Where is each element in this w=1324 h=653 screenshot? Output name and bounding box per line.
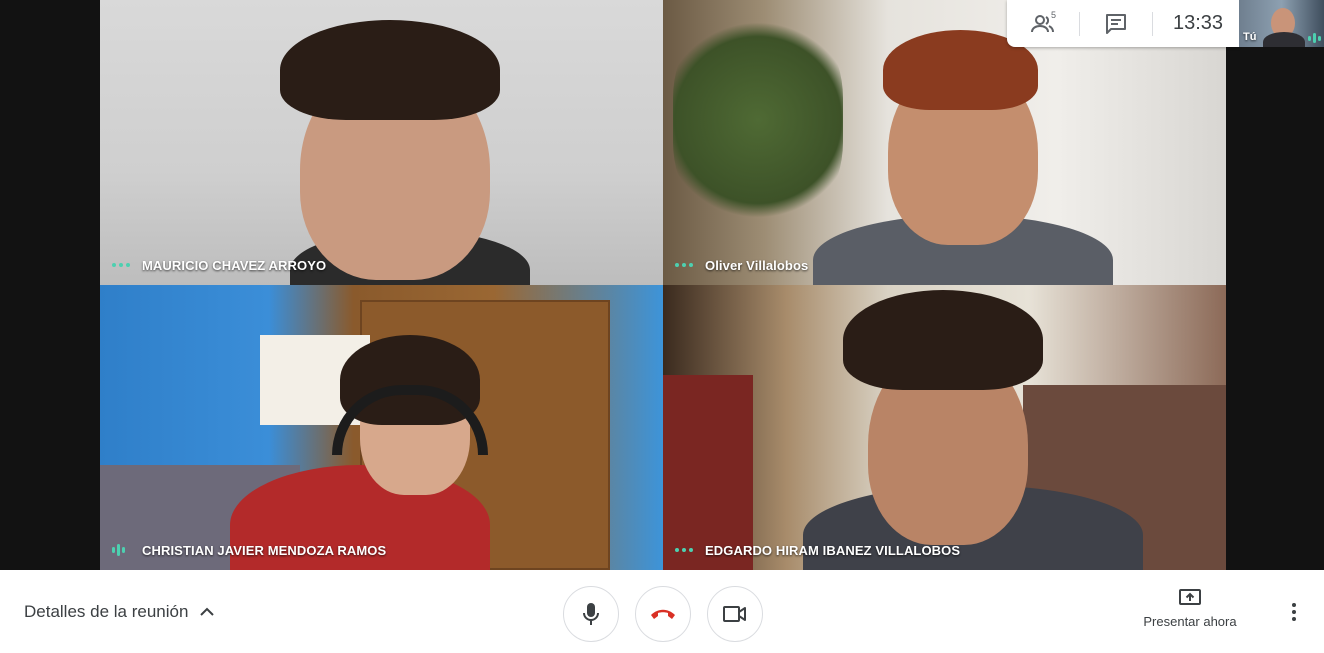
self-audio-indicator-icon xyxy=(1308,33,1322,43)
video-feed xyxy=(100,285,663,570)
audio-level-icon xyxy=(112,263,132,267)
camera-icon xyxy=(723,606,746,622)
participant-name-bar: CHRISTIAN JAVIER MENDOZA RAMOS xyxy=(112,542,386,558)
poster xyxy=(663,375,753,570)
camera-button[interactable] xyxy=(707,586,763,642)
participant-name-bar: MAURICIO CHAVEZ ARROYO xyxy=(112,257,326,273)
meeting-details-button[interactable]: Detalles de la reunión xyxy=(24,602,215,622)
self-label: Tú xyxy=(1243,31,1257,43)
self-view[interactable]: Tú xyxy=(1239,0,1324,47)
participant-name-bar: EDGARDO HIRAM IBANEZ VILLALOBOS xyxy=(675,542,960,558)
bottom-control-bar: Detalles de la reunión Presentar ahora xyxy=(0,570,1324,653)
hang-up-icon xyxy=(651,609,675,619)
video-feed xyxy=(663,285,1226,570)
participant-tile[interactable]: EDGARDO HIRAM IBANEZ VILLALOBOS xyxy=(663,285,1226,570)
participant-count: 5 xyxy=(1051,10,1057,20)
more-vert-icon xyxy=(1292,603,1296,621)
participant-name: MAURICIO CHAVEZ ARROYO xyxy=(142,257,327,273)
person-hair xyxy=(280,20,500,120)
participant-tile[interactable]: MAURICIO CHAVEZ ARROYO xyxy=(100,0,663,285)
meeting-clock: 13:33 xyxy=(1173,12,1224,34)
meeting-info-panel: 5 13:33 xyxy=(1007,0,1239,47)
more-options-button[interactable] xyxy=(1280,598,1308,626)
participant-name-bar: Oliver Villalobos xyxy=(675,257,808,273)
video-grid: MAURICIO CHAVEZ ARROYO Oliver Villalobos xyxy=(0,0,1324,570)
audio-level-icon xyxy=(675,263,695,267)
present-now-button[interactable]: Presentar ahora xyxy=(1136,588,1244,638)
present-now-label: Presentar ahora xyxy=(1143,614,1237,629)
participant-name: CHRISTIAN JAVIER MENDOZA RAMOS xyxy=(142,542,387,558)
person-hair xyxy=(843,290,1043,390)
chat-icon xyxy=(1106,13,1126,34)
audio-level-icon xyxy=(675,548,695,552)
speaking-indicator-icon xyxy=(112,544,132,556)
chevron-up-icon xyxy=(200,607,215,616)
video-feed xyxy=(100,0,663,285)
participant-name: EDGARDO HIRAM IBANEZ VILLALOBOS xyxy=(705,542,961,558)
participants-button[interactable]: 5 xyxy=(1007,0,1079,47)
participant-tile[interactable]: CHRISTIAN JAVIER MENDOZA RAMOS xyxy=(100,285,663,570)
meeting-details-label: Detalles de la reunión xyxy=(24,602,189,621)
hang-up-button[interactable] xyxy=(635,586,691,642)
participant-name: Oliver Villalobos xyxy=(705,257,809,273)
self-body xyxy=(1263,32,1305,47)
present-screen-icon xyxy=(1179,589,1201,605)
plant xyxy=(673,10,843,230)
microphone-button[interactable] xyxy=(563,586,619,642)
chat-button[interactable] xyxy=(1080,0,1152,47)
microphone-icon xyxy=(583,603,599,625)
